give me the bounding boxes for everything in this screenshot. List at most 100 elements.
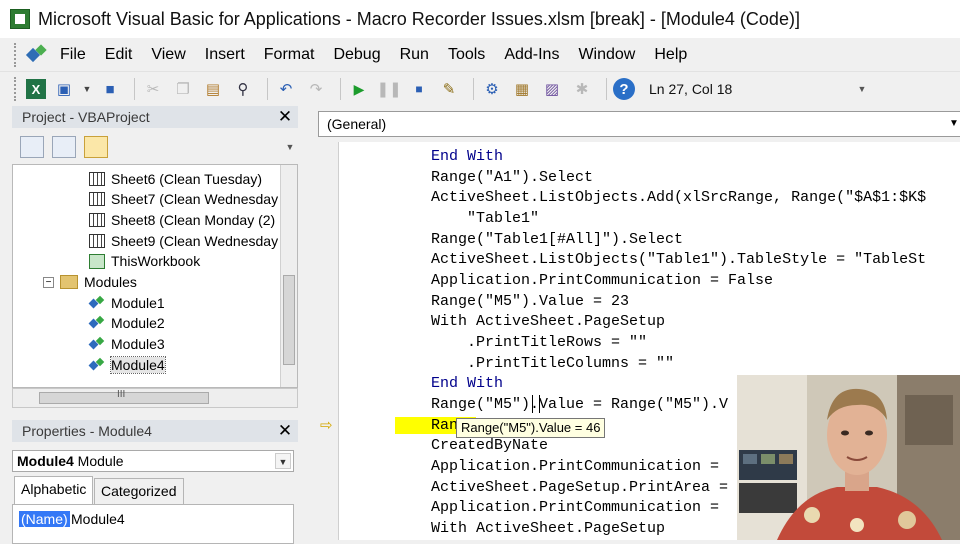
tab-categorized[interactable]: Categorized <box>94 478 184 504</box>
tree-item-module2[interactable]: Module2 <box>89 313 165 333</box>
text-cursor-icon <box>532 395 540 413</box>
break-icon[interactable]: ❚❚ <box>376 77 401 101</box>
tree-item-sheet8[interactable]: Sheet8 (Clean Monday (2) <box>89 210 275 230</box>
scrollbar-grip: III <box>117 389 126 400</box>
sheet-icon <box>89 234 105 248</box>
project-toolbar: ▼ <box>12 130 298 164</box>
chevron-down-icon[interactable]: ▼ <box>949 112 959 136</box>
module-icon <box>89 358 105 372</box>
menu-file[interactable]: File <box>60 46 86 64</box>
excel-app-icon <box>10 9 30 29</box>
menu-tools[interactable]: Tools <box>448 46 485 64</box>
tree-item-thisworkbook[interactable]: ThisWorkbook <box>89 251 200 271</box>
window-title: Microsoft Visual Basic for Applications … <box>38 8 800 29</box>
object-combo-value: (General) <box>327 116 387 132</box>
code-line: Range("M5").Value = 23 <box>395 293 630 310</box>
undo-icon[interactable]: ↶ <box>274 77 298 101</box>
menu-debug[interactable]: Debug <box>333 46 380 64</box>
tree-item-modules[interactable]: − Modules <box>43 272 137 292</box>
dropdown-arrow-icon[interactable]: ▼ <box>82 77 92 101</box>
view-code-icon[interactable] <box>20 136 44 158</box>
project-explorer-icon[interactable]: ⚙ <box>480 77 504 101</box>
menu-add-ins[interactable]: Add-Ins <box>504 46 559 64</box>
tree-item-module3[interactable]: Module3 <box>89 334 165 354</box>
object-name: Module4 <box>17 453 74 469</box>
cut-icon[interactable]: ✂ <box>141 77 165 101</box>
close-properties-icon[interactable]: ✕ <box>276 422 294 440</box>
code-line: End With <box>395 147 503 167</box>
toolbar-options-icon[interactable]: ▼ <box>856 78 868 100</box>
tab-alphabetic[interactable]: Alphabetic <box>14 476 94 504</box>
tree-item-module4[interactable]: Module4 <box>89 355 166 375</box>
object-selector[interactable]: Module4 Module ▼ <box>12 450 294 472</box>
tree-horizontal-scrollbar[interactable]: III <box>12 388 298 408</box>
reset-icon[interactable]: ■ <box>407 77 431 101</box>
close-project-icon[interactable]: ✕ <box>276 108 294 126</box>
toggle-folders-icon[interactable] <box>84 136 108 158</box>
view-object-icon[interactable] <box>52 136 76 158</box>
cursor-position: Ln 27, Col 18 <box>649 81 733 97</box>
data-tip-tooltip: Range("M5").Value = 46 <box>456 418 606 438</box>
view-excel-icon[interactable]: X <box>26 79 46 99</box>
properties-panel-title: Properties - Module4 <box>22 423 152 439</box>
code-line: With ActiveSheet.PageSetup <box>395 313 666 330</box>
tree-item-label: Modules <box>84 274 137 290</box>
properties-window-icon[interactable]: ▦ <box>510 77 534 101</box>
presenter-video-image <box>737 375 960 540</box>
code-margin[interactable] <box>312 142 338 540</box>
tree-item-module1[interactable]: Module1 <box>89 293 165 313</box>
vba-app-icon[interactable] <box>26 44 48 66</box>
folder-icon <box>60 275 78 289</box>
redo-icon[interactable]: ↷ <box>304 77 328 101</box>
menu-run[interactable]: Run <box>400 46 429 64</box>
collapse-icon[interactable]: − <box>43 276 54 288</box>
toolbar-separator <box>473 78 474 100</box>
property-name-cell[interactable]: (Name) <box>19 511 70 527</box>
chevron-down-icon[interactable]: ▼ <box>275 453 291 469</box>
find-icon[interactable]: ⚲ <box>231 77 255 101</box>
tree-item-label: Module2 <box>111 315 165 331</box>
sheet-icon <box>89 192 105 206</box>
tree-item-label: Module3 <box>111 336 165 352</box>
toolbar-separator <box>340 78 341 100</box>
object-browser-icon[interactable]: ▨ <box>540 77 564 101</box>
toolbar-grip[interactable] <box>14 77 18 101</box>
code-line: .PrintTitleRows = "" <box>395 334 648 351</box>
menu-insert[interactable]: Insert <box>205 46 245 64</box>
copy-icon[interactable]: ❐ <box>171 77 195 101</box>
tree-item-sheet9[interactable]: Sheet9 (Clean Wednesday <box>89 231 278 251</box>
scrollbar-thumb[interactable] <box>283 275 295 365</box>
paste-icon[interactable]: ▤ <box>201 77 225 101</box>
code-line: .PrintTitleColumns = "" <box>395 355 675 372</box>
tree-vertical-scrollbar[interactable] <box>280 165 297 387</box>
object-combo[interactable]: (General) ▼ <box>318 111 960 137</box>
toolbox-icon[interactable]: ✱ <box>570 77 594 101</box>
properties-panel-header: Properties - Module4 ✕ <box>12 420 298 442</box>
help-icon[interactable]: ? <box>613 78 635 100</box>
tree-item-label: Sheet7 (Clean Wednesday <box>111 191 279 207</box>
property-value-cell[interactable]: Module4 <box>71 511 125 527</box>
project-panel-title: Project - VBAProject <box>22 109 150 125</box>
tree-item-label: Sheet6 (Clean Tuesday) <box>111 171 262 187</box>
tree-item-sheet7[interactable]: Sheet7 (Clean Wednesday <box>89 189 278 209</box>
execution-point-arrow-icon: ⇨ <box>320 417 333 434</box>
menu-format[interactable]: Format <box>264 46 315 64</box>
code-line: Application.PrintCommunication = False <box>395 272 774 289</box>
menubar-grip[interactable] <box>14 42 18 67</box>
code-line: ActiveSheet.ListObjects.Add(xlSrcRange, … <box>395 189 927 206</box>
code-line: Application.PrintCommunication = <box>395 499 720 516</box>
menu-window[interactable]: Window <box>578 46 635 64</box>
code-text: End With <box>395 148 504 165</box>
module-icon <box>89 316 105 330</box>
tree-item-label: Module1 <box>111 295 165 311</box>
save-icon[interactable]: ■ <box>98 77 122 101</box>
menu-help[interactable]: Help <box>654 46 687 64</box>
design-mode-icon[interactable]: ✎ <box>437 77 461 101</box>
run-icon[interactable]: ▶ <box>347 77 371 101</box>
sheet-icon <box>89 172 105 186</box>
menu-view[interactable]: View <box>151 46 185 64</box>
menu-edit[interactable]: Edit <box>105 46 133 64</box>
project-toolbar-options-icon[interactable]: ▼ <box>284 136 296 158</box>
insert-userform-icon[interactable]: ▣ <box>52 77 76 101</box>
tree-item-sheet6[interactable]: Sheet6 (Clean Tuesday) <box>89 169 262 189</box>
